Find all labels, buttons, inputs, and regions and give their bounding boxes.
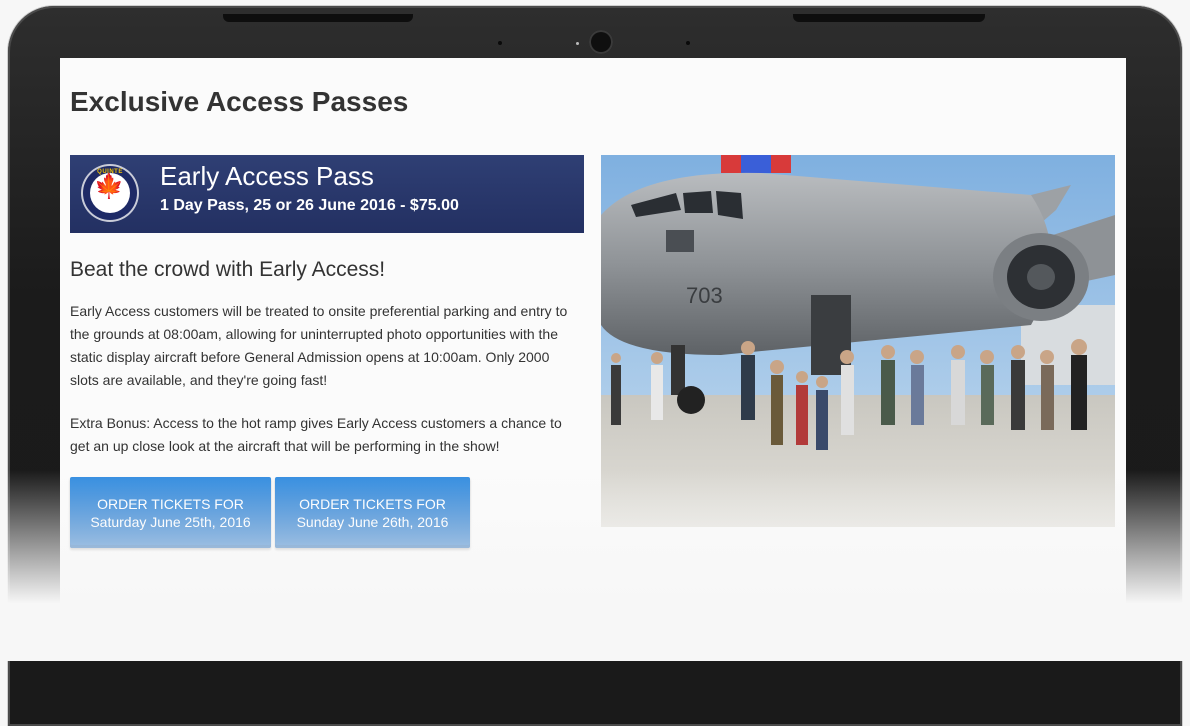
speaker-grille-left [223,14,413,22]
speaker-grille-right [793,14,985,22]
order-tickets-saturday-button[interactable]: ORDER TICKETS FOR Saturday June 25th, 20… [70,477,271,548]
page-title: Exclusive Access Passes [70,86,409,117]
maple-leaf-icon: 🍁 [94,173,124,200]
description-paragraph: Early Access customers will be treated t… [70,303,568,388]
order-tickets-sunday-button[interactable]: ORDER TICKETS FOR Sunday June 26th, 2016 [275,477,470,548]
section-heading: Beat the crowd with Early Access! [70,258,386,281]
button-label-line2: Sunday June 26th, 2016 [296,513,449,530]
camera-led [576,42,579,45]
tail-number: 703 [686,283,723,308]
webcam-icon [589,30,613,54]
button-label-line1: ORDER TICKETS FOR [299,495,446,512]
button-label-line2: Saturday June 25th, 2016 [90,513,251,530]
aircraft-photo: 703 [601,155,1115,527]
button-label-line1: ORDER TICKETS FOR [97,495,244,512]
quinte-airshow-logo: QUINTE 🍁 [81,164,139,222]
bonus-paragraph: Extra Bonus: Access to the hot ramp give… [70,415,562,454]
laptop-screen: Exclusive Access Passes QUINTE 🍁 Early A… [60,58,1126,661]
pass-banner: QUINTE 🍁 Early Access Pass 1 Day Pass, 2… [70,155,584,233]
pass-detail: 1 Day Pass, 25 or 26 June 2016 - $75.00 [160,197,459,214]
pass-name: Early Access Pass [160,161,374,191]
sensor-dot [686,41,690,45]
sensor-dot [498,41,502,45]
